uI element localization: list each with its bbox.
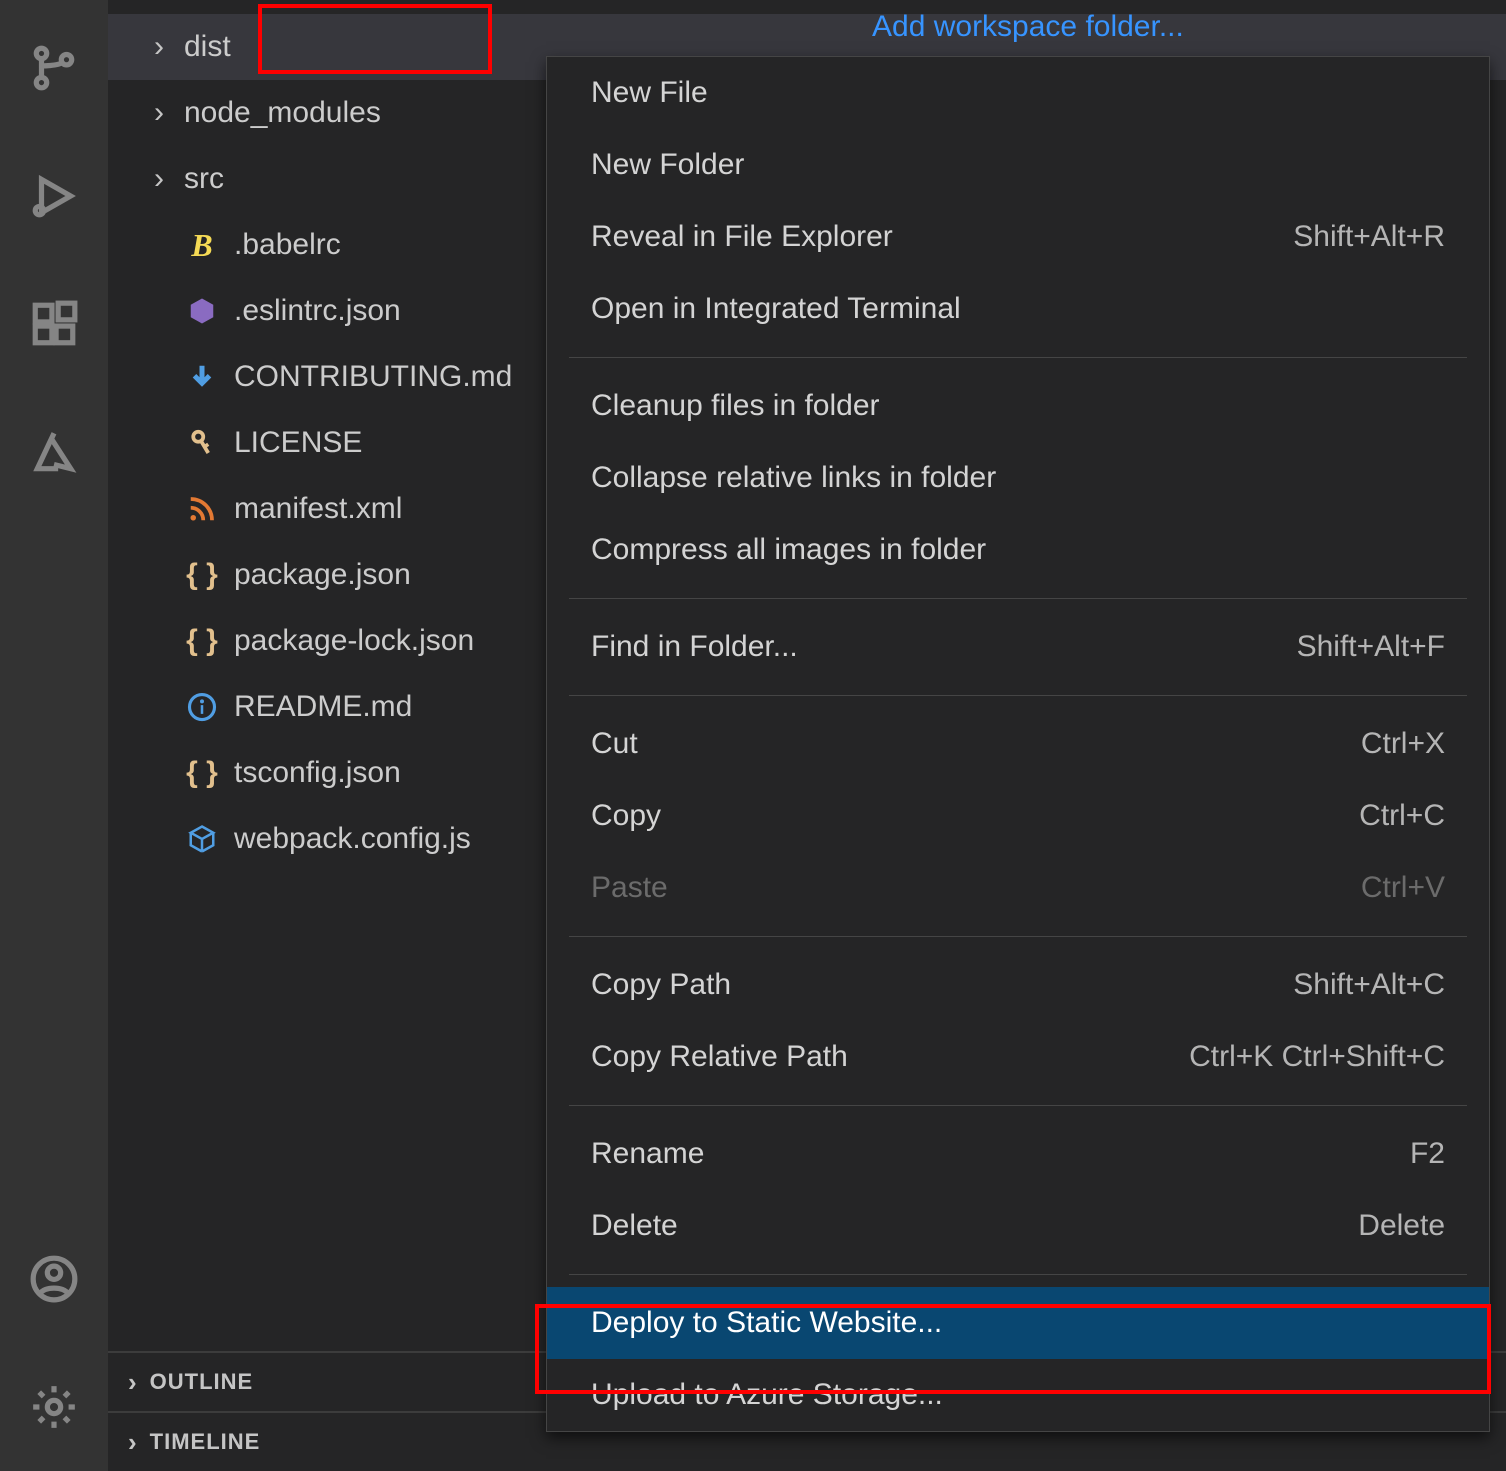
context-menu-label: New Folder: [591, 148, 744, 182]
context-menu-shortcut: Ctrl+X: [1361, 727, 1445, 761]
context-menu-separator: [569, 695, 1467, 696]
tree-item-label: .eslintrc.json: [234, 294, 401, 328]
md-down-icon: [184, 359, 220, 395]
tree-item-label: dist: [184, 30, 231, 64]
context-menu-item[interactable]: Copy Path Shift+Alt+C: [547, 949, 1489, 1021]
tree-item-label: src: [184, 162, 224, 196]
context-menu: New File New Folder Reveal in File Explore…: [546, 56, 1490, 1432]
braces-icon: { }: [184, 623, 220, 659]
context-menu-label: Copy Path: [591, 968, 731, 1002]
context-menu-label: Cleanup files in folder: [591, 389, 880, 423]
extensions-icon[interactable]: [14, 284, 94, 364]
context-menu-label: Cut: [591, 727, 638, 761]
app-root: › dist › node_modules › src B .babelrc .eslintrc…: [0, 0, 1506, 1471]
chevron-right-icon: ›: [128, 1367, 138, 1398]
context-menu-item[interactable]: Cleanup files in folder: [547, 370, 1489, 442]
context-menu-item[interactable]: New File: [547, 57, 1489, 129]
key-icon: [184, 425, 220, 461]
chevron-right-icon: ›: [144, 30, 174, 64]
tree-item-label: package-lock.json: [234, 624, 474, 658]
context-menu-shortcut: Ctrl+C: [1359, 799, 1445, 833]
info-icon: [184, 689, 220, 725]
context-menu-label: Paste: [591, 871, 668, 905]
context-menu-item[interactable]: Upload to Azure Storage...: [547, 1359, 1489, 1431]
context-menu-shortcut: F2: [1410, 1137, 1445, 1171]
chevron-right-icon: ›: [144, 162, 174, 196]
context-menu-label: New File: [591, 76, 708, 110]
context-menu-label: Copy: [591, 799, 661, 833]
context-menu-item[interactable]: Collapse relative links in folder: [547, 442, 1489, 514]
tree-item-label: README.md: [234, 690, 412, 724]
context-menu-item[interactable]: Reveal in File Explorer Shift+Alt+R: [547, 201, 1489, 273]
tree-item-label: .babelrc: [234, 228, 341, 262]
context-menu-shortcut: Ctrl+K Ctrl+Shift+C: [1189, 1040, 1445, 1074]
braces-icon: { }: [184, 557, 220, 593]
context-menu-item[interactable]: Compress all images in folder: [547, 514, 1489, 586]
context-menu-item[interactable]: New Folder: [547, 129, 1489, 201]
context-menu-shortcut: Shift+Alt+R: [1293, 220, 1445, 254]
accounts-icon[interactable]: [14, 1239, 94, 1319]
panel-title: OUTLINE: [150, 1369, 254, 1395]
context-menu-item[interactable]: Find in Folder... Shift+Alt+F: [547, 611, 1489, 683]
context-menu-item[interactable]: Cut Ctrl+X: [547, 708, 1489, 780]
context-menu-item[interactable]: Rename F2: [547, 1118, 1489, 1190]
context-menu-item[interactable]: Deploy to Static Website...: [547, 1287, 1489, 1359]
context-menu-label: Upload to Azure Storage...: [591, 1378, 943, 1412]
add-workspace-folder-link[interactable]: Add workspace folder...: [872, 10, 1184, 44]
azure-icon[interactable]: [14, 412, 94, 492]
source-control-icon[interactable]: [14, 28, 94, 108]
context-menu-item[interactable]: Delete Delete: [547, 1190, 1489, 1262]
tree-item-label: node_modules: [184, 96, 381, 130]
context-menu-shortcut: Shift+Alt+C: [1293, 968, 1445, 1002]
settings-gear-icon[interactable]: [14, 1367, 94, 1447]
cube-icon: [184, 821, 220, 857]
context-menu-shortcut: Delete: [1358, 1209, 1445, 1243]
braces-icon: { }: [184, 755, 220, 791]
context-menu-shortcut: Shift+Alt+F: [1297, 630, 1445, 664]
context-menu-separator: [569, 1105, 1467, 1106]
hex-icon: [184, 293, 220, 329]
panel-title: TIMELINE: [150, 1429, 261, 1455]
chevron-right-icon: ›: [128, 1427, 138, 1458]
context-menu-item[interactable]: Copy Ctrl+C: [547, 780, 1489, 852]
context-menu-label: Reveal in File Explorer: [591, 220, 893, 254]
tree-item-label: tsconfig.json: [234, 756, 401, 790]
context-menu-label: Deploy to Static Website...: [591, 1306, 942, 1340]
context-menu-label: Collapse relative links in folder: [591, 461, 996, 495]
activity-bar: [0, 0, 108, 1471]
context-menu-item[interactable]: Open in Integrated Terminal: [547, 273, 1489, 345]
tree-item-label: package.json: [234, 558, 411, 592]
context-menu-item: Paste Ctrl+V: [547, 852, 1489, 924]
tree-item-label: CONTRIBUTING.md: [234, 360, 512, 394]
context-menu-label: Open in Integrated Terminal: [591, 292, 961, 326]
context-menu-label: Delete: [591, 1209, 678, 1243]
tree-item-label: manifest.xml: [234, 492, 402, 526]
context-menu-item[interactable]: Copy Relative Path Ctrl+K Ctrl+Shift+C: [547, 1021, 1489, 1093]
tree-item-label: webpack.config.js: [234, 822, 471, 856]
context-menu-separator: [569, 357, 1467, 358]
context-menu-separator: [569, 936, 1467, 937]
context-menu-label: Find in Folder...: [591, 630, 798, 664]
context-menu-separator: [569, 598, 1467, 599]
context-menu-separator: [569, 1274, 1467, 1275]
rss-icon: [184, 491, 220, 527]
chevron-right-icon: ›: [144, 96, 174, 130]
context-menu-label: Rename: [591, 1137, 704, 1171]
context-menu-label: Copy Relative Path: [591, 1040, 848, 1074]
run-debug-icon[interactable]: [14, 156, 94, 236]
babel-icon: B: [184, 227, 220, 263]
context-menu-shortcut: Ctrl+V: [1361, 871, 1445, 905]
tree-item-label: LICENSE: [234, 426, 362, 460]
context-menu-label: Compress all images in folder: [591, 533, 986, 567]
